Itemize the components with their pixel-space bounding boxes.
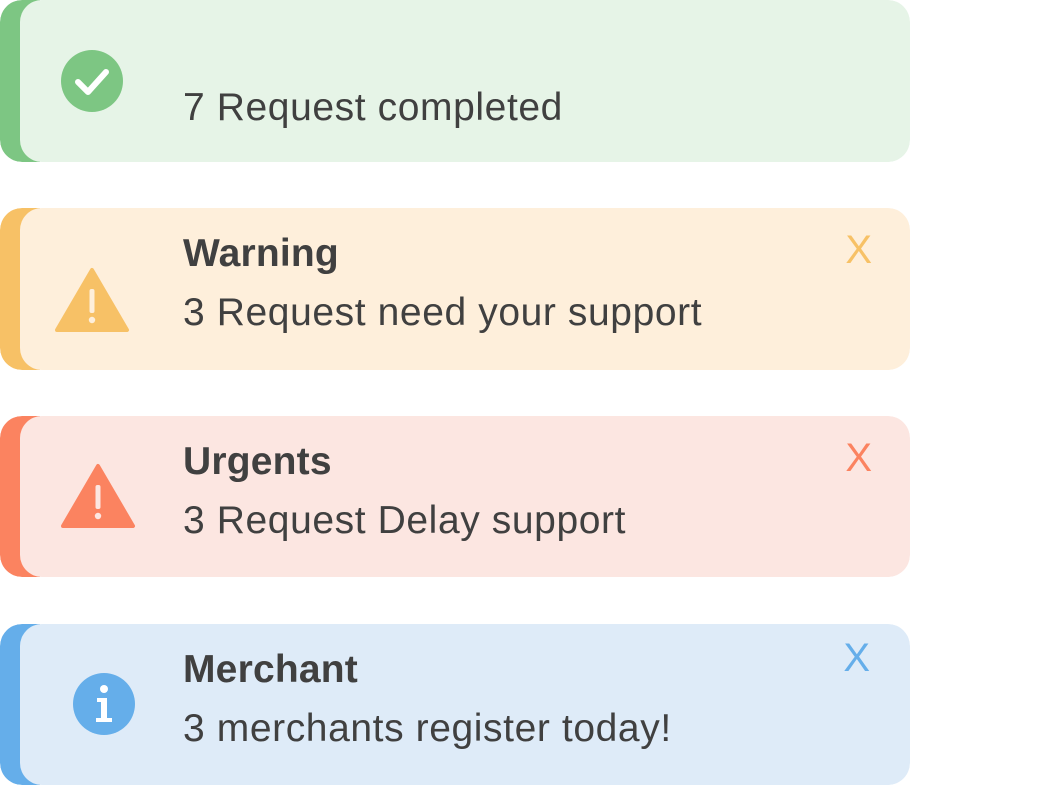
urgent-alert-message: 3 Request Delay support	[183, 499, 627, 542]
info-alert-message: 3 merchants register today!	[183, 707, 672, 750]
warning-close-button[interactable]: X	[845, 230, 872, 270]
warning-alert-title: Warning	[183, 232, 339, 275]
warning-alert-message: 3 Request need your support	[183, 291, 703, 334]
info-circle-icon	[64, 664, 144, 744]
alert-triangle-icon	[58, 456, 138, 536]
warning-alert-panel	[20, 208, 910, 370]
urgent-alert-panel	[20, 416, 910, 577]
info-alert-title: Merchant	[183, 648, 358, 691]
info-alert-panel	[20, 624, 910, 785]
check-circle-icon	[52, 41, 132, 121]
info-close-button[interactable]: X	[843, 638, 870, 678]
success-alert-message: 7 Request completed	[183, 86, 563, 129]
urgent-close-button[interactable]: X	[845, 438, 872, 478]
success-alert-panel	[20, 0, 910, 162]
urgent-alert-title: Urgents	[183, 440, 332, 483]
urgent-alert: Urgents 3 Request Delay support X	[0, 416, 910, 577]
notification-stack: 7 Request completed Warning 3 Request ne…	[0, 0, 910, 805]
warning-alert: Warning 3 Request need your support X	[0, 208, 910, 370]
warning-triangle-icon	[52, 260, 132, 340]
info-alert: Merchant 3 merchants register today! X	[0, 624, 910, 785]
success-alert: 7 Request completed	[0, 0, 910, 162]
